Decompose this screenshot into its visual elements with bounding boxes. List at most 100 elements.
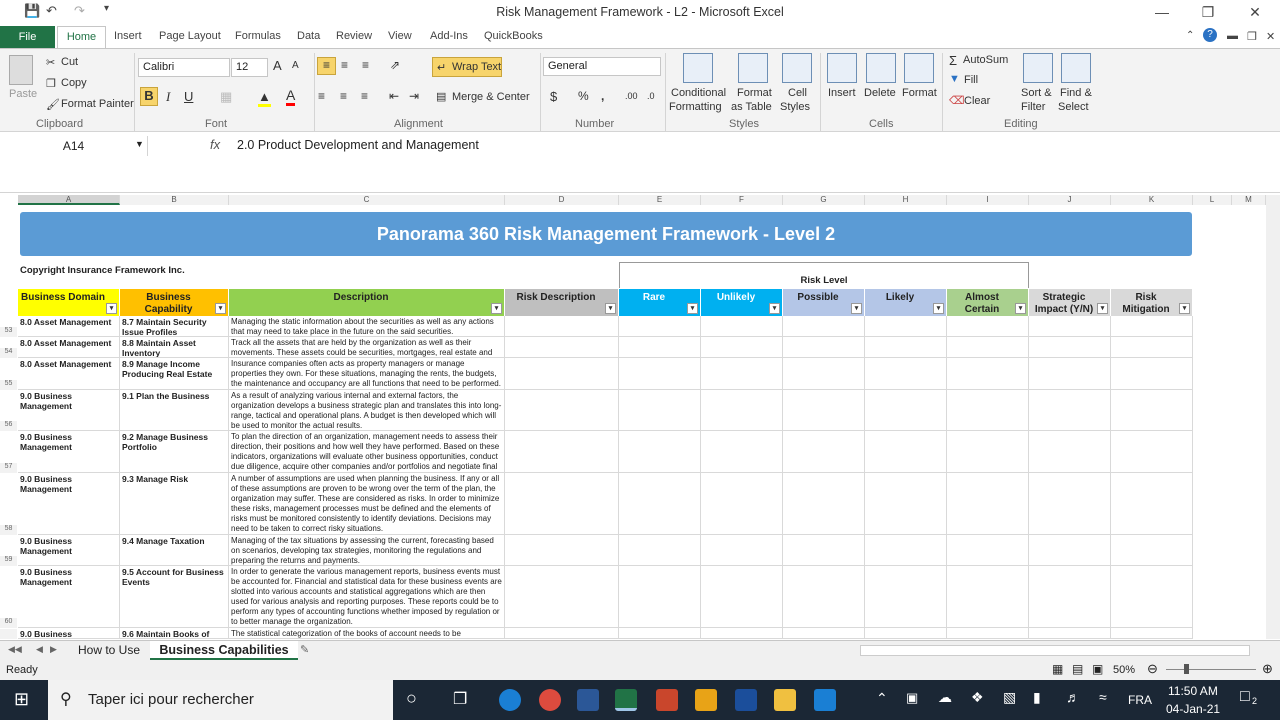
cell-styles-button[interactable]: Cell: [788, 87, 807, 99]
minimize-workbook-icon[interactable]: ▬: [1227, 30, 1238, 42]
decrease-decimal-icon[interactable]: .0: [647, 91, 655, 101]
empty-cell[interactable]: [947, 337, 1029, 358]
powerpoint-icon[interactable]: [656, 689, 678, 711]
edge-icon[interactable]: [499, 689, 521, 711]
notifications-icon[interactable]: □: [1240, 688, 1250, 706]
domain-cell[interactable]: 9.0 Business Management: [18, 566, 120, 628]
header-cell[interactable]: Risk Mitigation Approaches▾: [1111, 289, 1193, 316]
row-header[interactable]: 53: [0, 327, 17, 337]
empty-cell[interactable]: [783, 473, 865, 535]
row-header[interactable]: 56: [0, 421, 17, 431]
column-header-f[interactable]: F: [701, 195, 783, 205]
tab-review[interactable]: Review: [336, 30, 372, 42]
empty-cell[interactable]: [1111, 473, 1193, 535]
minimize-icon[interactable]: —: [1147, 4, 1177, 20]
column-header-k[interactable]: K: [1111, 195, 1193, 205]
empty-cell[interactable]: [1111, 566, 1193, 628]
empty-cell[interactable]: [947, 358, 1029, 390]
capability-cell[interactable]: 9.3 Manage Risk: [120, 473, 229, 535]
battery-icon[interactable]: ▣: [906, 690, 918, 706]
increase-indent-icon[interactable]: ⇥: [409, 89, 419, 103]
filter-dropdown-icon[interactable]: ▾: [1097, 303, 1108, 314]
description-cell[interactable]: In order to generate the various managem…: [229, 566, 505, 628]
row-header[interactable]: 60: [0, 618, 17, 628]
domain-cell[interactable]: 9.0 Business Management: [18, 390, 120, 431]
clock-date[interactable]: 04-Jan-21: [1166, 702, 1220, 716]
paste-button[interactable]: Paste: [9, 88, 37, 100]
currency-icon[interactable]: $: [550, 89, 557, 104]
shrink-font-icon[interactable]: A: [292, 60, 299, 71]
onedrive-icon[interactable]: ☁: [938, 689, 952, 706]
page-layout-view-icon[interactable]: ▤: [1072, 662, 1083, 676]
capability-cell[interactable]: 9.4 Manage Taxation: [120, 535, 229, 566]
domain-cell[interactable]: 9.0 Business: [18, 628, 120, 639]
description-cell[interactable]: As a result of analyzing various interna…: [229, 390, 505, 431]
tab-data[interactable]: Data: [297, 30, 320, 42]
format-painter-icon[interactable]: 🖌: [46, 98, 60, 111]
format-cells-icon[interactable]: [904, 53, 934, 83]
capability-cell[interactable]: 8.7 Maintain Security Issue Profiles: [120, 316, 229, 337]
filter-dropdown-icon[interactable]: ▾: [1015, 303, 1026, 314]
filter-dropdown-icon[interactable]: ▾: [491, 303, 502, 314]
horizontal-scrollbar[interactable]: [860, 645, 1250, 656]
format-as-table-button[interactable]: Format: [737, 87, 772, 99]
description-cell[interactable]: Track all the assets that are held by th…: [229, 337, 505, 358]
empty-cell[interactable]: [619, 390, 701, 431]
header-cell[interactable]: Rare ▾: [619, 289, 701, 316]
capability-cell[interactable]: 9.6 Maintain Books of: [120, 628, 229, 639]
column-header-l[interactable]: L: [1193, 195, 1232, 205]
column-header-g[interactable]: G: [783, 195, 865, 205]
empty-cell[interactable]: [1111, 337, 1193, 358]
domain-cell[interactable]: 9.0 Business Management: [18, 473, 120, 535]
row-header[interactable]: [0, 629, 17, 639]
empty-cell[interactable]: [505, 431, 619, 473]
find-select-button[interactable]: Find &: [1060, 87, 1092, 99]
empty-cell[interactable]: [1111, 390, 1193, 431]
show-hidden-icons-icon[interactable]: ⌃: [876, 690, 888, 707]
description-cell[interactable]: To plan the direction of an organization…: [229, 431, 505, 473]
empty-cell[interactable]: [701, 390, 783, 431]
orientation-icon[interactable]: ⇗: [390, 58, 400, 72]
capability-cell[interactable]: 8.8 Maintain Asset Inventory: [120, 337, 229, 358]
sheet-nav-prev-icon[interactable]: ◀: [36, 644, 43, 655]
row-header[interactable]: 55: [0, 380, 17, 390]
description-cell[interactable]: Managing the static information about th…: [229, 316, 505, 337]
capability-cell[interactable]: 8.9 Manage Income Producing Real Estate: [120, 358, 229, 390]
format-painter-button[interactable]: Format Painter: [61, 98, 134, 110]
borders-icon[interactable]: ▦: [220, 89, 232, 105]
zoom-in-icon[interactable]: ⊕: [1262, 661, 1273, 677]
usb-icon[interactable]: ▧: [1003, 689, 1016, 706]
empty-cell[interactable]: [505, 535, 619, 566]
font-size-combo[interactable]: 12: [231, 58, 268, 77]
wrap-text-button[interactable]: ↵ Wrap Text: [432, 57, 502, 77]
chrome-icon[interactable]: [539, 689, 561, 711]
empty-cell[interactable]: [505, 358, 619, 390]
header-cell[interactable]: Unlikely ▾: [701, 289, 783, 316]
format-cells-button[interactable]: Format: [902, 87, 937, 99]
empty-cell[interactable]: [947, 390, 1029, 431]
empty-cell[interactable]: [865, 431, 947, 473]
increase-decimal-icon[interactable]: .00: [625, 91, 638, 101]
filter-dropdown-icon[interactable]: ▾: [605, 303, 616, 314]
power-icon[interactable]: ▮: [1033, 689, 1041, 706]
cortana-icon[interactable]: ○: [406, 688, 417, 709]
insert-function-icon[interactable]: fx: [210, 137, 220, 152]
empty-cell[interactable]: [505, 566, 619, 628]
fill-button[interactable]: Fill: [964, 74, 978, 86]
header-cell[interactable]: Possible ▾: [783, 289, 865, 316]
tab-insert[interactable]: Insert: [114, 30, 142, 42]
sort-filter-icon[interactable]: [1023, 53, 1053, 83]
wifi-icon[interactable]: ≈: [1099, 689, 1107, 705]
restore-icon[interactable]: ❐: [1193, 4, 1223, 21]
empty-cell[interactable]: [865, 337, 947, 358]
align-center-icon[interactable]: ≡: [340, 89, 347, 103]
column-header-c[interactable]: C: [229, 195, 505, 205]
domain-cell[interactable]: 8.0 Asset Management: [18, 358, 120, 390]
empty-cell[interactable]: [701, 535, 783, 566]
sheet-tab-business-capabilities[interactable]: Business Capabilities: [150, 641, 298, 660]
empty-cell[interactable]: [783, 535, 865, 566]
sheet-tab-how-to-use[interactable]: How to Use: [70, 641, 148, 659]
filter-dropdown-icon[interactable]: ▾: [933, 303, 944, 314]
copy-icon[interactable]: ❐: [46, 77, 56, 90]
empty-cell[interactable]: [505, 628, 619, 639]
